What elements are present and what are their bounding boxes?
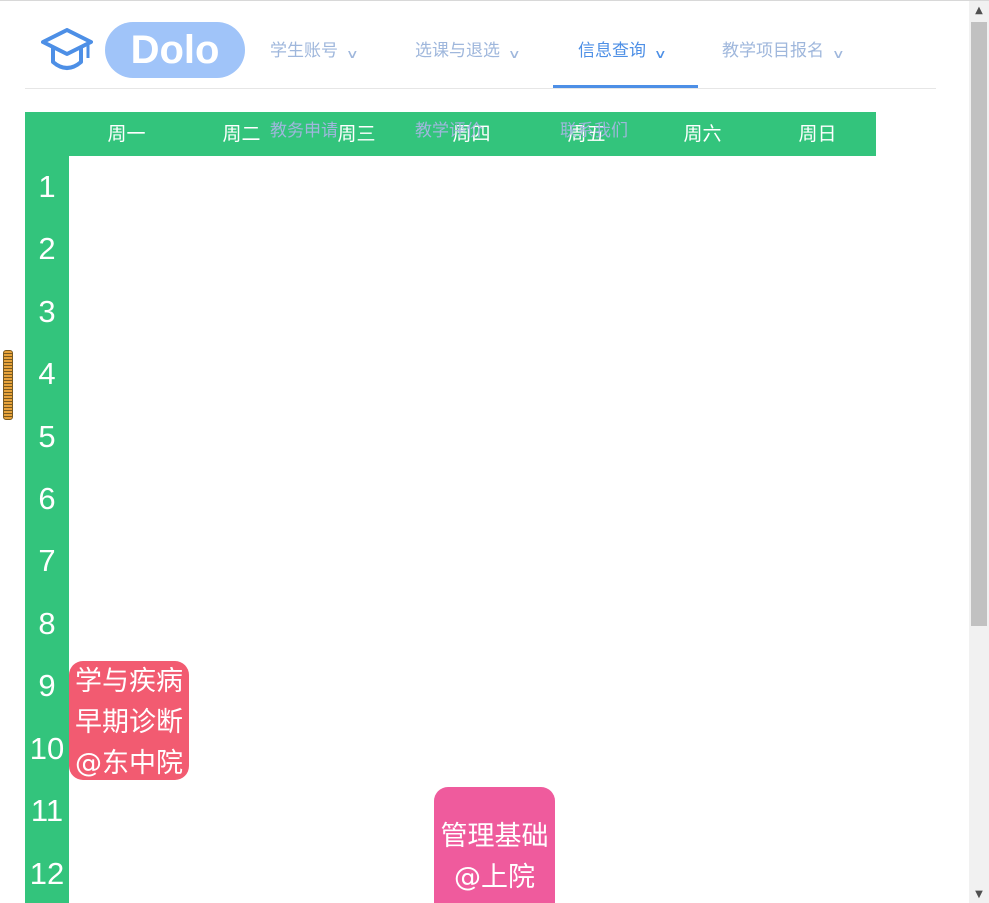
nav-student-account[interactable]: 学生账号 ∨ [270, 1, 359, 88]
chevron-down-icon: ∨ [653, 47, 667, 61]
chevron-down-icon: ∨ [345, 47, 359, 61]
nav-course-selection[interactable]: 选课与退选 ∨ [415, 1, 521, 88]
logo-wordmark[interactable]: Dolo [105, 22, 245, 78]
nav-label: 学生账号 [270, 41, 338, 61]
top-navbar: Dolo 学生账号 ∨ 选课与退选 ∨ 信息查询 ∨ 教学项目报名 ∨ [25, 1, 936, 89]
day-header: 周六 [683, 123, 722, 145]
period-label: 6 [38, 481, 56, 516]
period-label: 9 [38, 668, 56, 703]
period-label: 5 [38, 419, 56, 454]
course-block[interactable]: 学与疾病 早期诊断 @东中院 [69, 661, 189, 780]
period-label: 2 [38, 231, 56, 266]
course-name-line: 管理基础 [440, 821, 549, 852]
active-tab-indicator [553, 85, 698, 88]
nav-teaching-evaluation[interactable]: 教学评价 [415, 116, 483, 141]
nav-info-query[interactable]: 信息查询 ∨ [578, 1, 667, 88]
nav-project-enrollment[interactable]: 教学项目报名 ∨ [722, 1, 845, 88]
period-label: 12 [29, 856, 65, 891]
period-label: 3 [38, 294, 56, 329]
graduation-cap-icon[interactable] [41, 28, 93, 74]
vertical-scrollbar[interactable]: ▲ ▼ [969, 1, 989, 903]
period-column: 1 2 3 4 5 6 7 8 9 10 11 12 [25, 156, 69, 903]
scrollbar-thumb[interactable] [971, 22, 987, 626]
nav-label: 选课与退选 [415, 41, 500, 61]
day-header: 周一 [107, 123, 146, 145]
chevron-down-icon: ∨ [831, 47, 845, 61]
period-label: 7 [38, 543, 56, 578]
timetable-page: Dolo 学生账号 ∨ 选课与退选 ∨ 信息查询 ∨ 教学项目报名 ∨ 周一 周二 周三… [0, 0, 989, 903]
course-block[interactable]: 管理基础 @上院 [434, 787, 555, 903]
chevron-down-icon: ∨ [507, 47, 521, 61]
course-location: @东中院 [75, 748, 183, 779]
side-drag-handle[interactable] [3, 350, 13, 420]
course-name-line: 早期诊断 [75, 707, 183, 738]
period-label: 4 [38, 356, 56, 391]
nav-label: 信息查询 [578, 41, 646, 61]
scroll-down-arrow-icon[interactable]: ▼ [969, 889, 989, 900]
nav-label: 教学项目报名 [722, 41, 824, 61]
period-label: 11 [30, 793, 64, 828]
period-label: 10 [29, 731, 65, 766]
scroll-up-arrow-icon[interactable]: ▲ [969, 5, 989, 16]
course-location: @上院 [454, 862, 535, 893]
period-label: 1 [38, 169, 56, 204]
period-label: 8 [38, 606, 56, 641]
course-name-line: 学与疾病 [75, 666, 183, 697]
nav-academic-application[interactable]: 教务申请 [270, 116, 338, 141]
day-header: 周日 [798, 123, 837, 145]
nav-contact-us[interactable]: 联系我们 [560, 116, 628, 141]
